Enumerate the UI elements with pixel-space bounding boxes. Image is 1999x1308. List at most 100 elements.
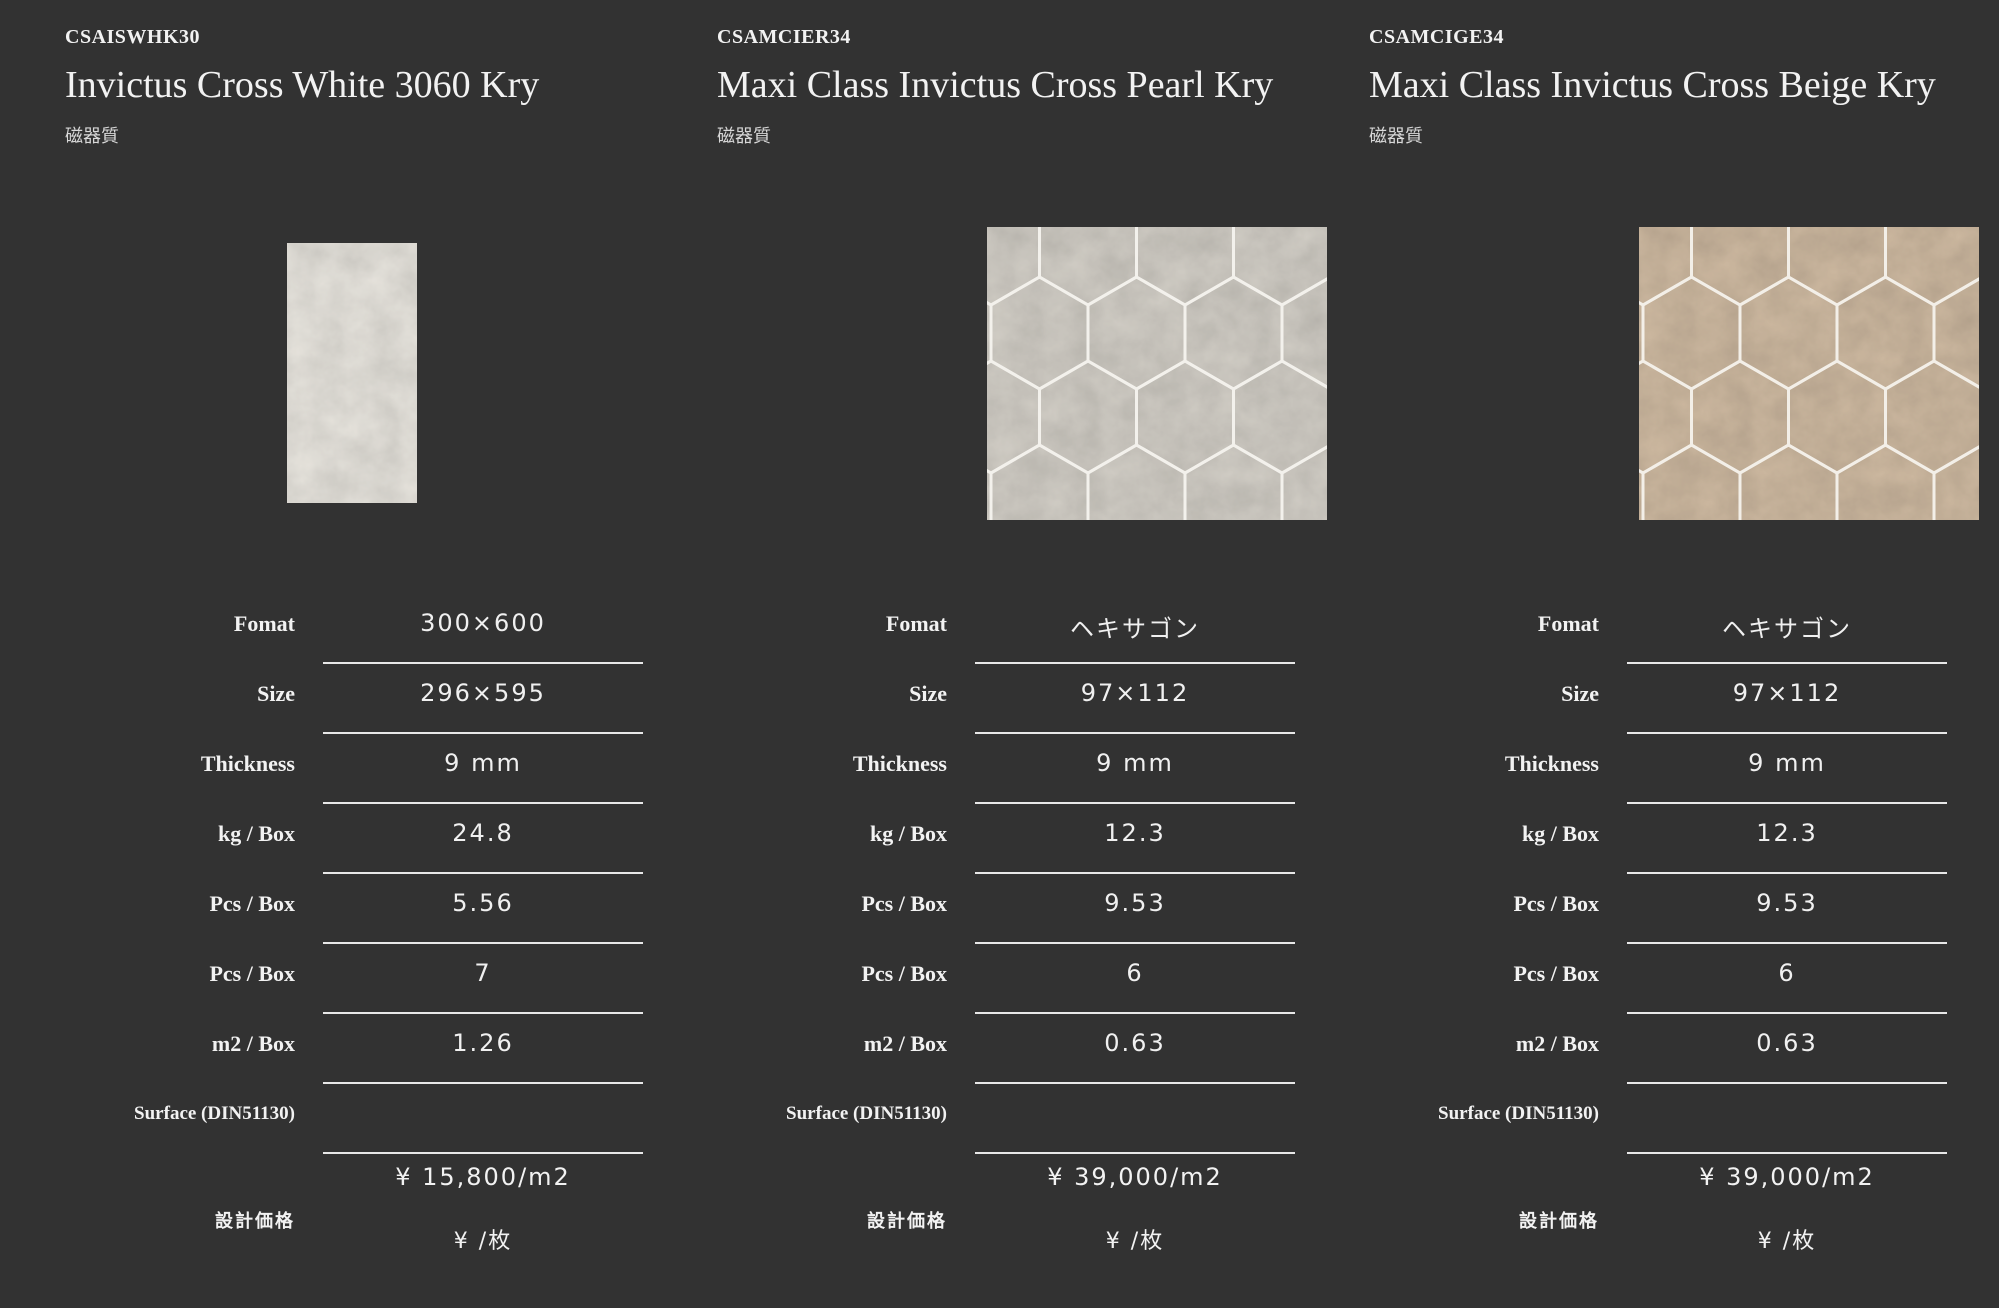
spec-label: Surface (DIN51130): [786, 1103, 947, 1124]
spec-value: 97×112: [1732, 679, 1842, 707]
divider: [1627, 872, 1947, 874]
divider: [323, 732, 643, 734]
spec-label: Pcs / Box: [209, 961, 295, 986]
price-per-m2: ¥ 39,000/m2: [1699, 1163, 1875, 1191]
spec-table: Fomat 300×600 Size 296×595 Thickness 9 m…: [65, 595, 645, 1275]
spec-table: Fomat ヘキサゴン Size 97×112 Thickness 9 mm k…: [717, 595, 1297, 1275]
product-name[interactable]: Maxi Class Invictus Cross Pearl Kry: [717, 63, 1273, 107]
spec-row-kg-box: kg / Box 12.3: [1369, 805, 1949, 875]
spec-row-pcs-box: Pcs / Box 6: [717, 945, 1297, 1015]
spec-label: Fomat: [233, 611, 295, 636]
product-material: 磁器質: [717, 126, 771, 147]
spec-row-size: Size 97×112: [717, 665, 1297, 735]
spec-label: Size: [257, 681, 295, 706]
spec-label: Fomat: [885, 611, 947, 636]
spec-row-surface: Surface (DIN51130): [717, 1085, 1297, 1155]
spec-label: kg / Box: [1521, 821, 1599, 846]
divider: [323, 1012, 643, 1014]
product-code: CSAISWHK30: [65, 26, 201, 48]
spec-label: Thickness: [852, 751, 947, 776]
spec-row-fomat: Fomat 300×600: [65, 595, 645, 665]
divider: [975, 872, 1295, 874]
price-label: 設計価格: [1519, 1211, 1599, 1232]
spec-row-thickness: Thickness 9 mm: [65, 735, 645, 805]
divider: [975, 802, 1295, 804]
spec-row-pcs-box: Pcs / Box 5.56: [65, 875, 645, 945]
spec-value: 12.3: [1104, 819, 1166, 847]
divider: [323, 1082, 643, 1084]
divider: [1627, 1152, 1947, 1154]
spec-value: 1.26: [452, 1029, 514, 1057]
spec-row-size: Size 97×112: [1369, 665, 1949, 735]
spec-row-thickness: Thickness 9 mm: [1369, 735, 1949, 805]
spec-value: ヘキサゴン: [1070, 615, 1200, 643]
product-name[interactable]: Maxi Class Invictus Cross Beige Kry: [1369, 63, 1936, 107]
spec-label: m2 / Box: [211, 1031, 295, 1056]
spec-row-price: 設計価格 ¥ 39,000/m2 ¥ /枚: [1369, 1155, 1949, 1275]
spec-label: Thickness: [1504, 751, 1599, 776]
spec-label: Pcs / Box: [1513, 961, 1599, 986]
spec-label: kg / Box: [217, 821, 295, 846]
spec-row-surface: Surface (DIN51130): [1369, 1085, 1949, 1155]
price-label: 設計価格: [867, 1211, 947, 1232]
spec-value: 9 mm: [1748, 749, 1826, 777]
spec-row-thickness: Thickness 9 mm: [717, 735, 1297, 805]
divider: [975, 942, 1295, 944]
spec-value: 12.3: [1756, 819, 1818, 847]
product-code: CSAMCIER34: [717, 26, 851, 48]
spec-row-fomat: Fomat ヘキサゴン: [717, 595, 1297, 665]
spec-label: Fomat: [1537, 611, 1599, 636]
price-per-piece: ¥ /枚: [453, 1229, 513, 1254]
product-material: 磁器質: [1369, 126, 1423, 147]
spec-row-m2-box: m2 / Box 0.63: [1369, 1015, 1949, 1085]
spec-label: Pcs / Box: [861, 961, 947, 986]
spec-label: Size: [909, 681, 947, 706]
divider: [975, 1012, 1295, 1014]
divider: [323, 1152, 643, 1154]
spec-value: 9.53: [1756, 889, 1818, 917]
product-card-pearl: CSAMCIER34 Maxi Class Invictus Cross Pea…: [717, 0, 1337, 1308]
spec-label: Size: [1561, 681, 1599, 706]
spec-value: 5.56: [452, 889, 514, 917]
spec-value: 296×595: [420, 679, 546, 707]
spec-table: Fomat ヘキサゴン Size 97×112 Thickness 9 mm k…: [1369, 595, 1949, 1275]
divider: [1627, 802, 1947, 804]
divider: [1627, 1012, 1947, 1014]
spec-row-surface: Surface (DIN51130): [65, 1085, 645, 1155]
spec-value: 9.53: [1104, 889, 1166, 917]
spec-row-pcs-box: Pcs / Box 7: [65, 945, 645, 1015]
divider: [975, 1152, 1295, 1154]
spec-row-m2-box: m2 / Box 1.26: [65, 1015, 645, 1085]
spec-value: 300×600: [420, 609, 546, 637]
divider: [323, 872, 643, 874]
spec-value: 0.63: [1756, 1029, 1818, 1057]
spec-row-kg-box: kg / Box 12.3: [717, 805, 1297, 875]
tile-image-beige-hexagon[interactable]: [1639, 227, 1979, 520]
spec-value: 97×112: [1080, 679, 1190, 707]
spec-label: Pcs / Box: [861, 891, 947, 916]
price-per-m2: ¥ 15,800/m2: [395, 1163, 571, 1191]
spec-label: Pcs / Box: [1513, 891, 1599, 916]
product-name[interactable]: Invictus Cross White 3060 Kry: [65, 63, 539, 107]
spec-label: kg / Box: [869, 821, 947, 846]
spec-label: Surface (DIN51130): [134, 1103, 295, 1124]
spec-row-price: 設計価格 ¥ 39,000/m2 ¥ /枚: [717, 1155, 1297, 1275]
product-card-white: CSAISWHK30 Invictus Cross White 3060 Kry…: [65, 0, 685, 1308]
spec-label: Thickness: [200, 751, 295, 776]
divider: [975, 1082, 1295, 1084]
divider: [1627, 1082, 1947, 1084]
price-per-piece: ¥ /枚: [1757, 1229, 1817, 1254]
price-label: 設計価格: [215, 1211, 295, 1232]
tile-image-white-rectangle[interactable]: [287, 243, 417, 503]
spec-value: 9 mm: [444, 749, 522, 777]
tile-image-pearl-hexagon[interactable]: [987, 227, 1327, 520]
divider: [323, 802, 643, 804]
divider: [1627, 662, 1947, 664]
spec-value: 24.8: [452, 819, 514, 847]
spec-row-size: Size 296×595: [65, 665, 645, 735]
spec-label: Surface (DIN51130): [1438, 1103, 1599, 1124]
spec-row-pcs-box: Pcs / Box 9.53: [1369, 875, 1949, 945]
product-card-beige: CSAMCIGE34 Maxi Class Invictus Cross Bei…: [1369, 0, 1989, 1308]
spec-label: m2 / Box: [1515, 1031, 1599, 1056]
price-per-m2: ¥ 39,000/m2: [1047, 1163, 1223, 1191]
